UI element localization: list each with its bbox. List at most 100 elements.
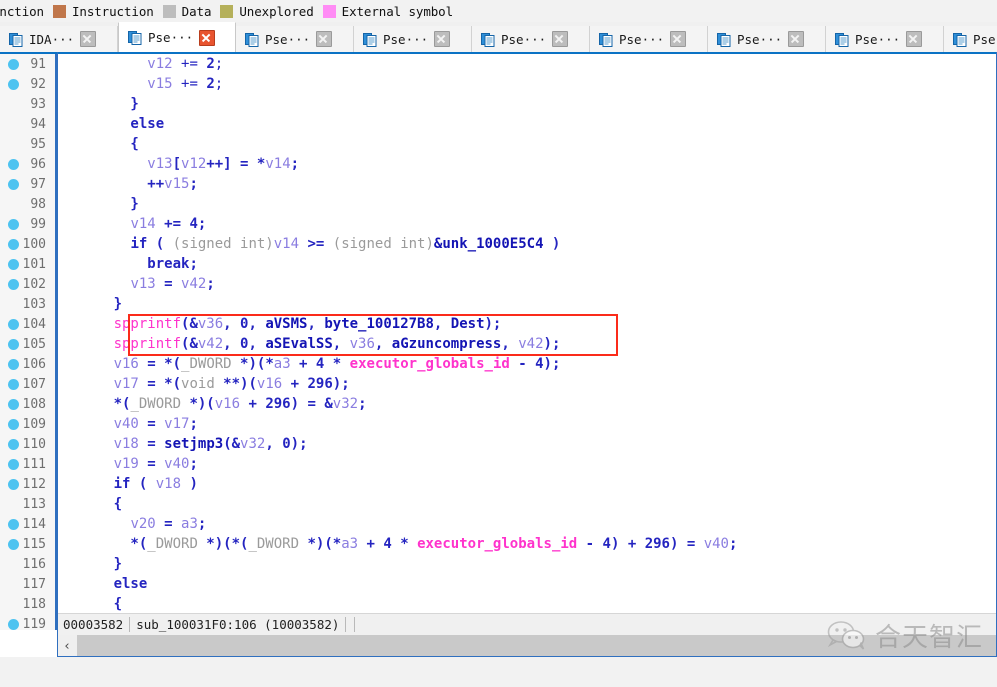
gutter-row[interactable]: 99 (0, 214, 55, 234)
close-icon[interactable] (788, 31, 805, 47)
gutter-row[interactable]: 104 (0, 314, 55, 334)
code-line[interactable]: *(_DWORD *)(*(_DWORD *)(*a3 + 4 * execut… (57, 534, 997, 554)
gutter-row[interactable]: 118 (0, 594, 55, 614)
gutter-row[interactable]: 93 (0, 94, 55, 114)
scroll-left-arrow-icon[interactable]: ‹ (57, 635, 77, 657)
code-line[interactable]: ++v15; (57, 174, 997, 194)
code-line[interactable]: { (57, 134, 997, 154)
gutter-row[interactable]: 110 (0, 434, 55, 454)
tab-bar[interactable]: IDA··· Pse··· Pse··· Pse··· Pse··· Pse··· Pse·… (0, 22, 997, 52)
breakpoint-dot-icon[interactable] (8, 418, 19, 430)
code-line[interactable]: else (57, 574, 997, 594)
code-line[interactable]: } (57, 94, 997, 114)
close-icon[interactable] (316, 31, 333, 47)
tab-5[interactable]: Pse··· (590, 26, 708, 52)
gutter-row[interactable]: 96 (0, 154, 55, 174)
gutter-row[interactable]: 117 (0, 574, 55, 594)
code-line[interactable]: { (57, 494, 997, 514)
code-line[interactable]: v18 = setjmp3(&v32, 0); (57, 434, 997, 454)
breakpoint-dot-icon[interactable] (8, 478, 19, 490)
gutter-row[interactable]: 101 (0, 254, 55, 274)
gutter-row[interactable]: 105 (0, 334, 55, 354)
tab-8[interactable]: Pse··· (944, 26, 997, 52)
code-line[interactable]: v20 = a3; (57, 514, 997, 534)
gutter-row[interactable]: 97 (0, 174, 55, 194)
gutter-row[interactable]: 114 (0, 514, 55, 534)
breakpoint-dot-icon[interactable] (8, 238, 19, 250)
breakpoint-dot-icon[interactable] (8, 538, 19, 550)
scroll-track[interactable] (77, 635, 997, 657)
code-line[interactable]: v13[v12++] = *v14; (57, 154, 997, 174)
breakpoint-dot-icon[interactable] (8, 518, 19, 530)
code-area[interactable]: v12 += 2; v15 += 2; } else { v13[v12++] … (57, 54, 997, 630)
breakpoint-dot-icon[interactable] (8, 278, 19, 290)
breakpoint-dot-icon[interactable] (8, 218, 19, 230)
close-icon[interactable] (199, 29, 216, 46)
breakpoint-dot-icon[interactable] (8, 358, 19, 370)
code-line[interactable]: if ( v18 ) (57, 474, 997, 494)
code-line[interactable]: spprintf(&v42, 0, aSEvalSS, v36, aGzunco… (57, 334, 997, 354)
gutter-row[interactable]: 91 (0, 54, 55, 74)
gutter-row[interactable]: 119 (0, 614, 55, 630)
tab-4[interactable]: Pse··· (472, 26, 590, 52)
breakpoint-dot-icon[interactable] (8, 178, 19, 190)
gutter-row[interactable]: 100 (0, 234, 55, 254)
breakpoint-dot-icon[interactable] (8, 438, 19, 450)
close-icon[interactable] (434, 31, 451, 47)
gutter-row[interactable]: 108 (0, 394, 55, 414)
gutter-row[interactable]: 116 (0, 554, 55, 574)
code-line[interactable]: } (57, 554, 997, 574)
line-number-gutter[interactable]: 91 92 93 94 95 96 97 98 99 100 101 102 103 104 105 106 1… (0, 54, 55, 630)
close-icon[interactable] (552, 31, 569, 47)
code-line[interactable]: spprintf(&v36, 0, aVSMS, byte_100127B8, … (57, 314, 997, 334)
gutter-row[interactable]: 95 (0, 134, 55, 154)
close-icon[interactable] (670, 31, 687, 47)
horizontal-scrollbar[interactable]: ‹ (57, 635, 997, 657)
breakpoint-dot-icon[interactable] (8, 58, 19, 70)
breakpoint-dot-icon[interactable] (8, 378, 19, 390)
gutter-row[interactable]: 113 (0, 494, 55, 514)
breakpoint-dot-icon[interactable] (8, 318, 19, 330)
tab-1[interactable]: Pse··· (118, 22, 236, 52)
gutter-row[interactable]: 107 (0, 374, 55, 394)
breakpoint-dot-icon[interactable] (8, 258, 19, 270)
code-line[interactable]: v14 += 4; (57, 214, 997, 234)
breakpoint-dot-icon[interactable] (8, 338, 19, 350)
code-line[interactable]: } (57, 194, 997, 214)
code-line[interactable]: else (57, 114, 997, 134)
gutter-row[interactable]: 115 (0, 534, 55, 554)
gutter-row[interactable]: 103 (0, 294, 55, 314)
code-line[interactable]: if ( (signed int)v14 >= (signed int)&unk… (57, 234, 997, 254)
code-line[interactable]: v13 = v42; (57, 274, 997, 294)
breakpoint-dot-icon[interactable] (8, 158, 19, 170)
tab-7[interactable]: Pse··· (826, 26, 944, 52)
breakpoint-dot-icon[interactable] (8, 458, 19, 470)
gutter-row[interactable]: 98 (0, 194, 55, 214)
close-icon[interactable] (906, 31, 923, 47)
code-line[interactable]: v40 = v17; (57, 414, 997, 434)
gutter-row[interactable]: 94 (0, 114, 55, 134)
code-line[interactable]: v17 = *(void **)(v16 + 296); (57, 374, 997, 394)
code-line[interactable]: *(_DWORD *)(v16 + 296) = &v32; (57, 394, 997, 414)
code-line[interactable]: v12 += 2; (57, 54, 997, 74)
pseudocode-view[interactable]: 91 92 93 94 95 96 97 98 99 100 101 102 103 104 105 106 1… (0, 52, 997, 630)
code-line[interactable]: v15 += 2; (57, 74, 997, 94)
gutter-row[interactable]: 112 (0, 474, 55, 494)
code-line[interactable]: v19 = v40; (57, 454, 997, 474)
code-line[interactable]: { (57, 594, 997, 614)
code-line[interactable]: break; (57, 254, 997, 274)
code-line[interactable]: v16 = *(_DWORD *)(*a3 + 4 * executor_glo… (57, 354, 997, 374)
breakpoint-dot-icon[interactable] (8, 398, 19, 410)
gutter-row[interactable]: 106 (0, 354, 55, 374)
gutter-row[interactable]: 109 (0, 414, 55, 434)
code-line[interactable]: } (57, 294, 997, 314)
close-icon[interactable] (80, 31, 97, 47)
breakpoint-dot-icon[interactable] (8, 618, 19, 630)
tab-0[interactable]: IDA··· (0, 26, 118, 52)
gutter-row[interactable]: 111 (0, 454, 55, 474)
breakpoint-dot-icon[interactable] (8, 78, 19, 90)
tab-3[interactable]: Pse··· (354, 26, 472, 52)
tab-2[interactable]: Pse··· (236, 26, 354, 52)
gutter-row[interactable]: 102 (0, 274, 55, 294)
tab-6[interactable]: Pse··· (708, 26, 826, 52)
